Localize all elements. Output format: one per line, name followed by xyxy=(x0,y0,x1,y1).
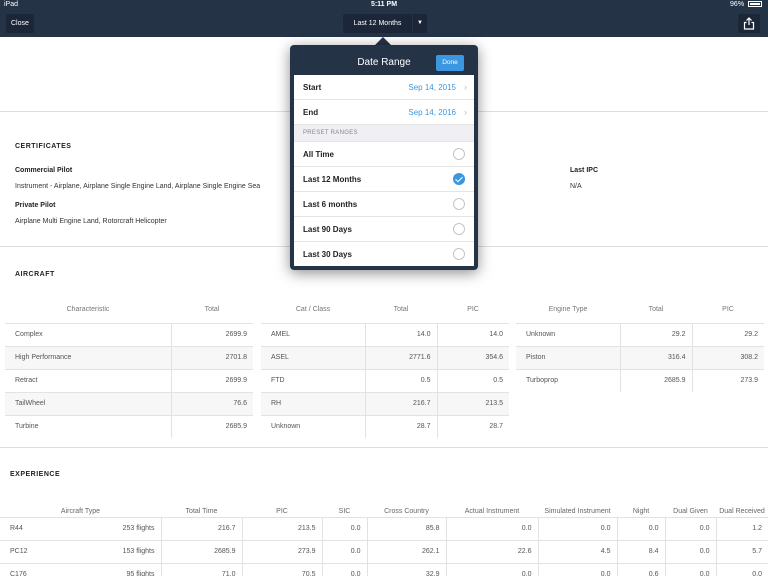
table-row: Complex 2699.9 xyxy=(5,322,253,346)
private-pilot-label: Private Pilot xyxy=(15,202,56,209)
end-date-row[interactable]: End Sep 14, 2016 › xyxy=(294,100,474,125)
end-label: End xyxy=(303,108,319,117)
column-header: Total xyxy=(393,306,409,314)
table-row: Piston 316.4 308.2 xyxy=(516,345,764,369)
private-pilot-detail: Airplane Multi Engine Land, Rotorcraft H… xyxy=(15,218,167,225)
table-row: FTD 0.5 0.5 xyxy=(261,368,509,392)
last-ipc-value: N/A xyxy=(570,183,582,190)
preset-option-last-12-months[interactable]: Last 12 Months xyxy=(294,167,474,192)
commercial-pilot-detail: Instrument - Airplane, Airplane Single E… xyxy=(15,183,261,190)
divider xyxy=(0,447,768,448)
column-header: Actual Instrument xyxy=(464,507,520,515)
column-header: PIC xyxy=(467,306,479,314)
radio-checked-icon[interactable] xyxy=(453,173,465,185)
engine-type-table: Engine Type Total PIC Unknown 29.2 29.2 Pi… xyxy=(516,297,764,392)
table-row: Turbine 2685.9 xyxy=(5,414,253,438)
popover-arrow xyxy=(375,37,391,45)
column-header: Cat / Class xyxy=(295,306,331,314)
battery-indicator: 96% xyxy=(730,1,762,8)
preset-ranges-label: PRESET RANGES xyxy=(303,130,358,136)
option-label: Last 6 months xyxy=(303,200,358,209)
preset-option-last-90-days[interactable]: Last 90 Days xyxy=(294,217,474,242)
chevron-right-icon: › xyxy=(464,82,467,92)
column-header: Aircraft Type xyxy=(60,507,101,515)
column-header: Night xyxy=(632,507,650,515)
option-label: Last 12 Months xyxy=(303,175,362,184)
chevron-down-icon[interactable]: ▼ xyxy=(413,14,427,33)
table-row: Unknown 29.2 29.2 xyxy=(516,322,764,346)
column-header: Cross Country xyxy=(384,507,429,515)
option-label: Last 30 Days xyxy=(303,250,352,259)
radio-unchecked-icon[interactable] xyxy=(453,198,465,210)
share-button[interactable] xyxy=(738,14,760,33)
popover-body: Start Sep 14, 2015 › End Sep 14, 2016 › … xyxy=(294,75,474,266)
last-ipc-label: Last IPC xyxy=(570,167,599,174)
radio-unchecked-icon[interactable] xyxy=(453,248,465,260)
column-header: Dual Given xyxy=(673,507,708,515)
preset-option-all-time[interactable]: All Time xyxy=(294,142,474,167)
end-date-value: Sep 14, 2016 xyxy=(408,108,456,117)
table-row: Turboprop 2685.9 273.9 xyxy=(516,368,764,392)
column-header: Engine Type xyxy=(548,306,588,314)
commercial-pilot-label: Commercial Pilot xyxy=(15,167,73,174)
option-label: Last 90 Days xyxy=(303,225,352,234)
certificates-title: CERTIFICATES xyxy=(15,143,72,150)
table-row: Retract 2699.9 xyxy=(5,368,253,392)
column-header: Simulated Instrument xyxy=(544,507,611,515)
column-header: PIC xyxy=(722,306,734,314)
option-label: All Time xyxy=(303,150,334,159)
column-header: Total xyxy=(204,306,220,314)
nav-bar: Close Last 12 Months ▼ xyxy=(0,10,768,37)
cat-class-table: Cat / Class Total PIC AMEL 14.0 14.0 ASEL 2… xyxy=(261,297,509,438)
table-row: AMEL 14.0 14.0 xyxy=(261,322,509,346)
column-header: SIC xyxy=(338,507,351,515)
column-header: Total Time xyxy=(185,507,218,515)
close-button[interactable]: Close xyxy=(6,14,34,33)
table-row: High Performance 2701.8 xyxy=(5,345,253,369)
table-row: RH 216.7 213.5 xyxy=(261,391,509,415)
start-date-value: Sep 14, 2015 xyxy=(408,83,456,92)
table-row: PC12 153 flights 2685.9 273.9 0.0 262.1 … xyxy=(0,539,768,563)
share-icon xyxy=(743,17,755,30)
column-header: Dual Received xyxy=(719,507,765,515)
table-row: TailWheel 76.6 xyxy=(5,391,253,415)
table-row: Unknown 28.7 28.7 xyxy=(261,414,509,438)
clock: 5:11 PM xyxy=(370,1,398,8)
table-row: C176 95 flights 71.0 70.5 0.0 32.9 0.0 0… xyxy=(0,562,768,576)
column-header: Characteristic xyxy=(66,306,110,314)
aircraft-title: AIRCRAFT xyxy=(15,271,55,278)
status-bar: iPad 5:11 PM 96% xyxy=(0,0,768,10)
radio-unchecked-icon[interactable] xyxy=(453,223,465,235)
preset-option-last-30-days[interactable]: Last 30 Days xyxy=(294,242,474,267)
characteristic-table: Characteristic Total Complex 2699.9 High … xyxy=(5,297,253,438)
battery-icon xyxy=(748,1,762,8)
chevron-right-icon: › xyxy=(464,107,467,117)
column-header: Total xyxy=(648,306,664,314)
date-range-popover: Date Range Done Start Sep 14, 2015 › End… xyxy=(290,45,478,270)
experience-table: Aircraft Type Total Time PIC SIC Cross C… xyxy=(0,497,768,576)
date-range-button[interactable]: Last 12 Months xyxy=(343,14,412,33)
start-date-row[interactable]: Start Sep 14, 2015 › xyxy=(294,75,474,100)
battery-percent: 96% xyxy=(730,1,745,8)
table-row: R44 253 flights 216.7 213.5 0.0 85.8 0.0… xyxy=(0,516,768,540)
column-header: PIC xyxy=(276,507,288,515)
table-row: ASEL 2771.6 354.6 xyxy=(261,345,509,369)
done-button[interactable]: Done xyxy=(436,55,464,71)
experience-title: EXPERIENCE xyxy=(10,471,61,478)
preset-option-last-6-months[interactable]: Last 6 months xyxy=(294,192,474,217)
preset-ranges-header: PRESET RANGES xyxy=(294,125,474,142)
radio-unchecked-icon[interactable] xyxy=(453,148,465,160)
start-label: Start xyxy=(303,83,322,92)
